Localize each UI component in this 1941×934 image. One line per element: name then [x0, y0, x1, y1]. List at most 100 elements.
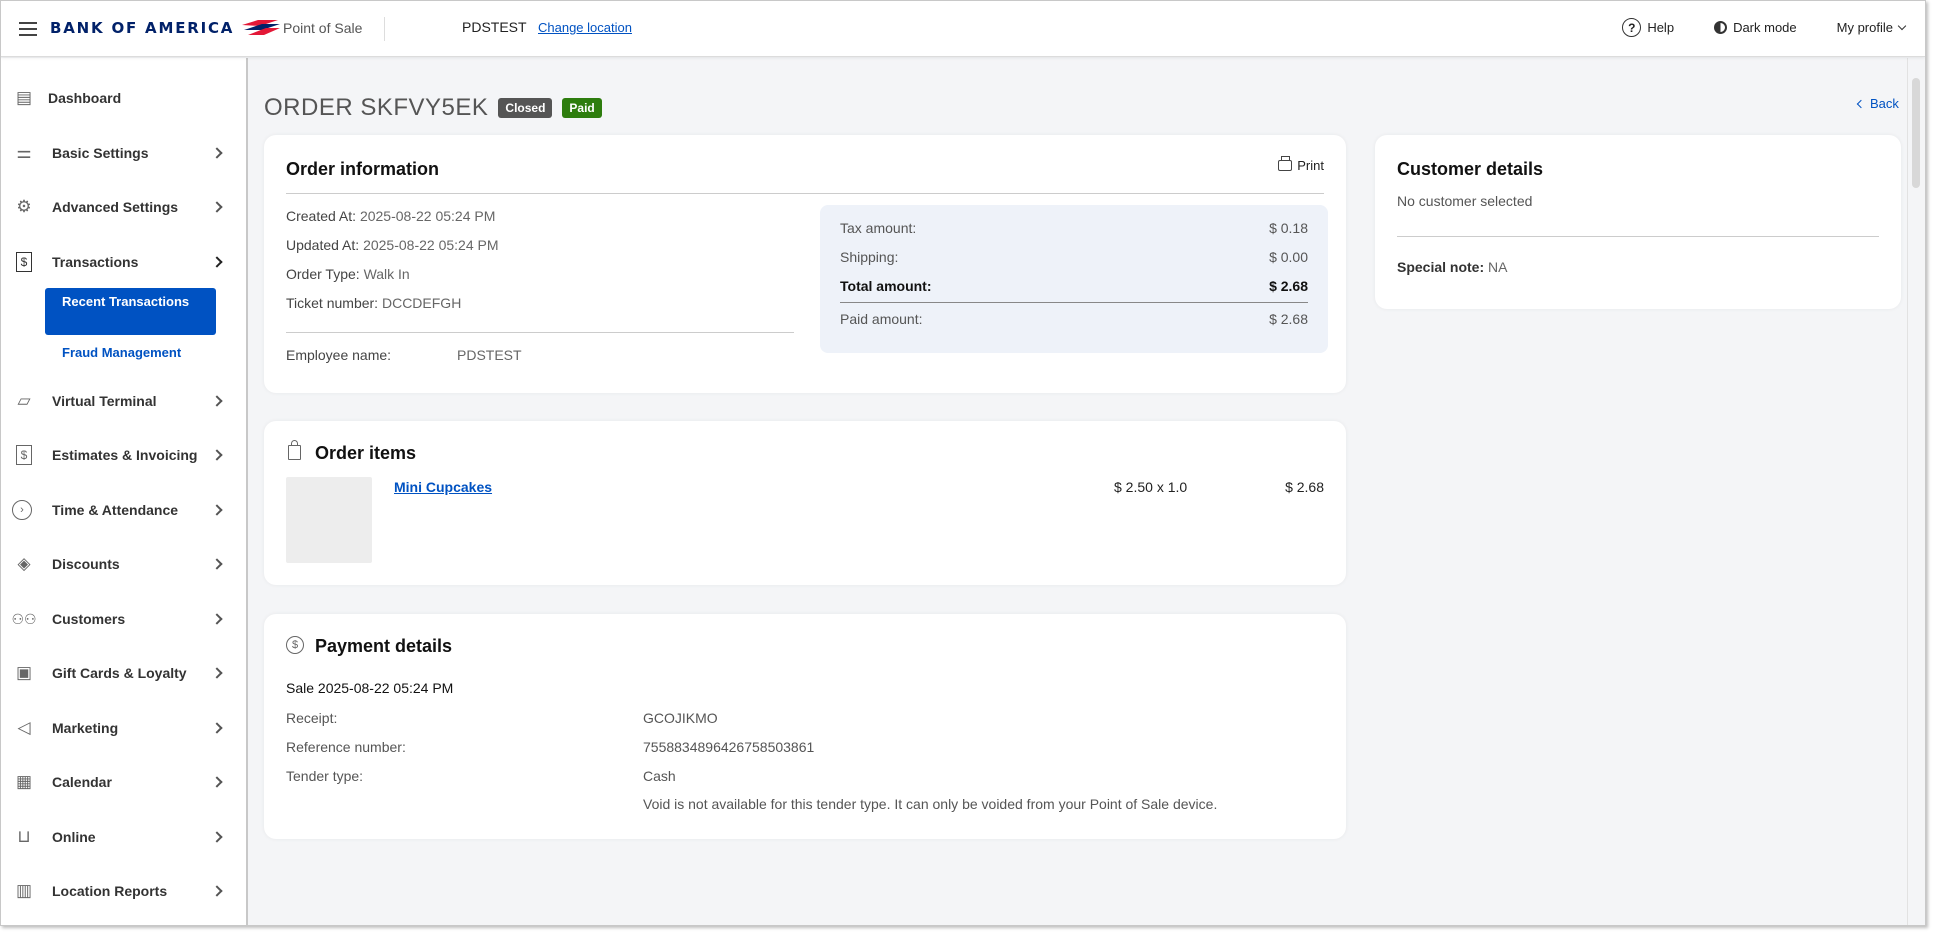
- tender-value: Cash: [643, 768, 676, 784]
- bar-chart-icon: ▥: [15, 881, 33, 900]
- users-icon: ⚇⚇: [11, 610, 37, 627]
- order-information-title: Order information: [286, 159, 440, 179]
- updated-at-row: Updated At: 2025-08-22 05:24 PM: [286, 237, 499, 253]
- chevron-left-icon: [1856, 99, 1866, 108]
- tag-icon: ◈: [17, 554, 31, 573]
- payment-details-title: Payment details: [315, 636, 453, 656]
- status-badge-paid: Paid: [562, 98, 602, 118]
- back-link[interactable]: Back: [1856, 96, 1899, 111]
- sidebar-item-label: Advanced Settings: [52, 199, 179, 215]
- sidebar-item-advanced-settings[interactable]: ⚙ Advanced Settings: [1, 187, 246, 227]
- page-title: ORDER SKFVY5EK: [264, 94, 489, 121]
- order-type-row: Order Type: Walk In: [286, 266, 410, 282]
- brand-name: BANK OF AMERICA: [50, 19, 235, 37]
- sliders-icon: ⚌: [16, 143, 32, 162]
- created-at-row: Created At: 2025-08-22 05:24 PM: [286, 208, 495, 224]
- terminal-icon: ▱: [17, 391, 31, 410]
- shipping-row: Shipping: $ 0.00: [840, 249, 1308, 265]
- chevron-right-icon: [211, 776, 223, 788]
- sidebar-item-basic-settings[interactable]: ⚌ Basic Settings: [1, 133, 246, 173]
- tax-row: Tax amount: $ 0.18: [840, 220, 1308, 236]
- gift-card-icon: ▣: [15, 663, 33, 682]
- dollar-doc-icon: $: [16, 252, 32, 272]
- sidebar-item-online[interactable]: ⊔ Online: [1, 817, 246, 857]
- paid-row: Paid amount: $ 2.68: [840, 311, 1308, 327]
- app-window: BANK OF AMERICA Point of Sale PDSTEST Ch…: [0, 0, 1926, 926]
- chevron-right-icon: [211, 722, 223, 734]
- ticket-number-row: Ticket number: DCCDEFGH: [286, 295, 461, 311]
- page-scrollbar[interactable]: [1907, 58, 1925, 925]
- sidebar-item-transactions[interactable]: $ Transactions: [1, 242, 246, 282]
- order-type-value: Walk In: [363, 266, 410, 282]
- invoice-icon: $: [16, 445, 32, 465]
- main-content: ORDER SKFVY5EK Closed Paid Back Order in…: [250, 58, 1925, 925]
- sidebar-item-dashboard[interactable]: ▤ Dashboard: [1, 78, 246, 118]
- chevron-right-icon: [211, 504, 223, 516]
- sidebar-item-label: Online: [52, 829, 96, 845]
- payment-details-card: $ Payment details Sale 2025-08-22 05:24 …: [264, 614, 1346, 839]
- customer-details-card: Customer details No customer selected Sp…: [1375, 135, 1901, 309]
- scrollbar-thumb[interactable]: [1912, 78, 1920, 188]
- profile-menu[interactable]: My profile: [1836, 20, 1907, 35]
- order-information-card: Order information Print Created At: 2025…: [264, 135, 1346, 393]
- customer-details-title: Customer details: [1397, 159, 1544, 179]
- header-divider: [384, 17, 385, 41]
- chevron-right-icon: [211, 613, 223, 625]
- section-divider: [286, 332, 794, 333]
- order-items-title: Order items: [315, 443, 417, 463]
- sidebar-item-label: Calendar: [52, 774, 112, 790]
- sidebar-item-label: Location Reports: [52, 883, 168, 899]
- sidebar-item-label: Dashboard: [48, 90, 122, 106]
- sidebar-item-label: Estimates & Invoicing: [52, 447, 198, 463]
- dashboard-icon: ▤: [15, 88, 33, 107]
- sidebar-item-virtual-terminal[interactable]: ▱ Virtual Terminal: [1, 381, 246, 421]
- sidebar-item-customers[interactable]: ⚇⚇ Customers: [1, 599, 246, 639]
- menu-icon[interactable]: [15, 18, 37, 38]
- section-divider: [1397, 236, 1879, 237]
- sidebar-item-label: Virtual Terminal: [52, 393, 157, 409]
- sidebar-item-location-reports[interactable]: ▥ Location Reports: [1, 871, 246, 911]
- print-label: Print: [1297, 158, 1324, 173]
- chevron-right-icon: [211, 558, 223, 570]
- chevron-right-icon: [211, 831, 223, 843]
- special-note-row: Special note: NA: [1397, 259, 1507, 275]
- sidebar-item-calendar[interactable]: ▦ Calendar: [1, 762, 246, 802]
- profile-label: My profile: [1836, 20, 1893, 35]
- change-location-link[interactable]: Change location: [538, 20, 632, 35]
- chevron-right-icon: [211, 667, 223, 679]
- sidebar-item-discounts[interactable]: ◈ Discounts: [1, 544, 246, 584]
- current-location: PDSTEST: [462, 19, 527, 35]
- help-button[interactable]: ? Help: [1622, 18, 1674, 37]
- ticket-number-label: Ticket number:: [286, 295, 379, 311]
- special-note-label: Special note:: [1397, 259, 1485, 275]
- no-customer-text: No customer selected: [1397, 193, 1533, 209]
- chevron-down-icon: [1897, 21, 1907, 30]
- employee-row: Employee name:: [286, 347, 391, 363]
- megaphone-icon: ◁: [17, 718, 31, 737]
- gear-icon: ⚙: [16, 197, 32, 216]
- sidebar-subitem-fraud-management[interactable]: Fraud Management: [62, 345, 181, 360]
- total-divider: [840, 302, 1308, 303]
- dark-mode-toggle[interactable]: Dark mode: [1714, 20, 1797, 35]
- help-label: Help: [1647, 20, 1675, 35]
- tender-label: Tender type:: [286, 768, 364, 784]
- chevron-right-icon: [211, 885, 223, 897]
- sidebar-item-time-attendance[interactable]: › Time & Attendance: [1, 490, 246, 530]
- paid-value: $ 2.68: [1269, 311, 1308, 327]
- sidebar-item-marketing[interactable]: ◁ Marketing: [1, 708, 246, 748]
- item-name-link[interactable]: Mini Cupcakes: [394, 479, 492, 495]
- cart-icon: ⊔: [17, 827, 31, 846]
- calendar-icon: ▦: [15, 772, 33, 791]
- sidebar-item-gift-cards-loyalty[interactable]: ▣ Gift Cards & Loyalty: [1, 653, 246, 693]
- dark-mode-label: Dark mode: [1733, 20, 1797, 35]
- updated-at-value: 2025-08-22 05:24 PM: [363, 237, 499, 253]
- sidebar-item-estimates-invoicing[interactable]: $ Estimates & Invoicing: [1, 435, 246, 475]
- bank-logo[interactable]: BANK OF AMERICA: [50, 19, 281, 37]
- ticket-number-value: DCCDEFGH: [381, 295, 462, 311]
- amount-summary: Tax amount: $ 0.18 Shipping: $ 0.00 Tota…: [820, 205, 1328, 353]
- sidebar-item-label: Time & Attendance: [52, 502, 179, 518]
- sidebar-subitem-recent-transactions[interactable]: Recent Transactions: [45, 288, 216, 335]
- print-button[interactable]: Print: [1278, 156, 1324, 173]
- paid-label: Paid amount:: [840, 311, 923, 327]
- chevron-right-icon: [211, 449, 223, 461]
